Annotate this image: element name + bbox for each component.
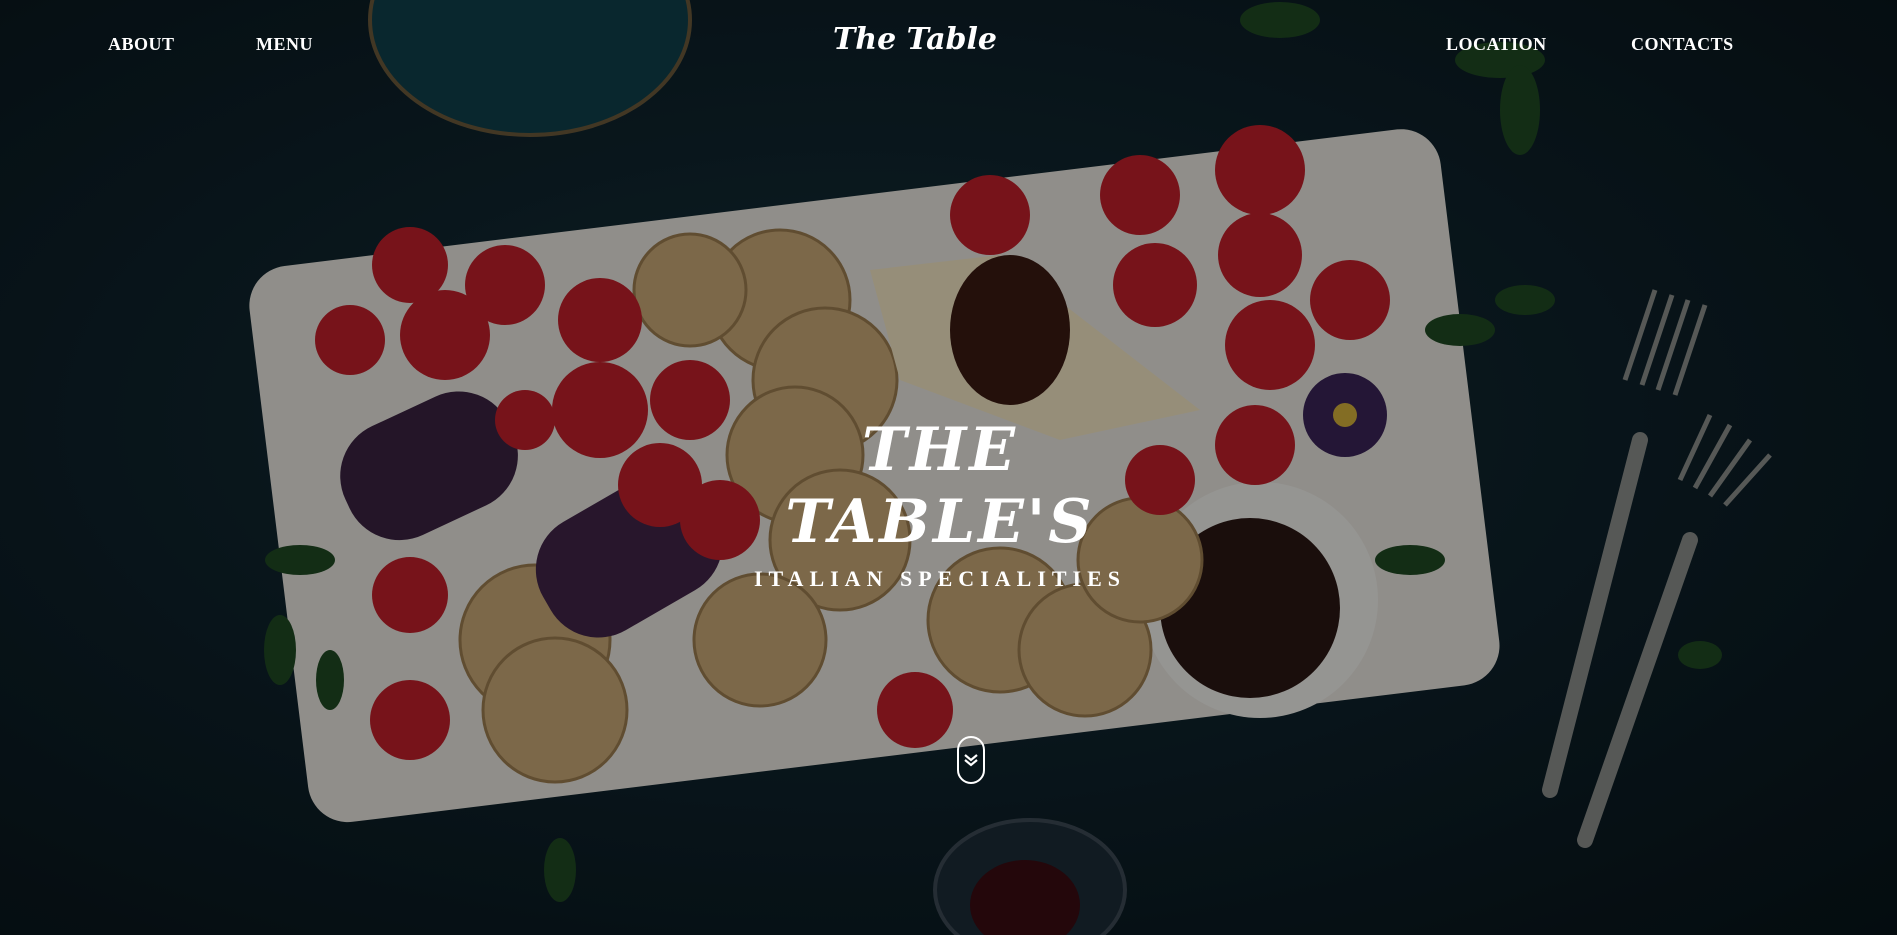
nav-location-link[interactable]: LOCATION: [1446, 34, 1547, 55]
site-logo[interactable]: The Table: [0, 22, 1830, 57]
hero-title: THE TABLE'S: [785, 415, 1095, 557]
scroll-down-button[interactable]: [957, 736, 985, 784]
hero-section: ABOUT MENU The Table LOCATION CONTACTS T…: [0, 0, 1897, 935]
double-chevron-down-icon: [964, 754, 978, 767]
hero-title-block: THE TABLE'S ITALIAN SPECIALITIES: [740, 414, 1140, 592]
hero-subtitle: ITALIAN SPECIALITIES: [753, 566, 1127, 591]
nav-contacts-link[interactable]: CONTACTS: [1631, 34, 1734, 55]
